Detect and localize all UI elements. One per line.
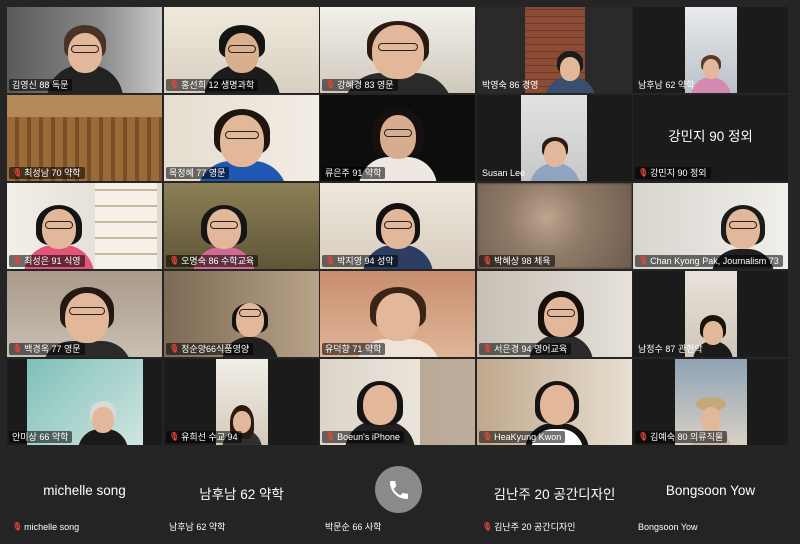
participant-display-name: Bongsoon Yow <box>665 483 756 498</box>
muted-mic-icon: 🎙︎ <box>12 168 23 177</box>
video-tile[interactable]: 🎙︎ 백경옥 77 영문 <box>7 271 162 357</box>
participant-name: 🎙︎ Chan Kyong Pak, Journalism 73 <box>635 255 783 267</box>
video-tile[interactable]: 🎙︎ 유희선 수교 94 <box>164 359 319 445</box>
video-tile[interactable]: 🎙︎ 홍선희 12 생명과학 <box>164 7 319 93</box>
participant-name: 김영신 88 독문 <box>9 79 73 91</box>
gallery-view: 김영신 88 독문 🎙︎ 홍선희 12 생명과학 🎙︎ 강혜경 83 영문 박영숙 … <box>0 0 800 544</box>
participant-name: 유덕향 71 약학 <box>322 343 386 355</box>
muted-mic-icon: 🎙︎ <box>325 432 336 441</box>
participant-display-name: 강민지 90 정외 <box>668 129 753 144</box>
participant-name: 남후남 62 약학 <box>638 80 695 90</box>
muted-mic-icon: 🎙︎ <box>12 344 23 353</box>
video-tile-active-speaker[interactable]: 류은주 91 약학 <box>320 95 475 181</box>
muted-mic-icon: 🎙︎ <box>482 522 493 531</box>
participant-name: Susan Lee <box>482 168 526 178</box>
participant-name: 남후남 62 약학 <box>169 522 226 532</box>
muted-mic-icon: 🎙︎ <box>638 432 649 441</box>
participant-display-name: michelle song <box>43 483 126 498</box>
video-tile[interactable]: 🎙︎ 강혜경 83 영문 <box>320 7 475 93</box>
video-tile[interactable]: 🎙︎ 정순양66식품영양 <box>164 271 319 357</box>
participant-name: 🎙︎ 박혜상 98 체육 <box>479 255 555 267</box>
muted-mic-icon: 🎙︎ <box>169 256 180 265</box>
video-tile[interactable]: 남정수 87 관현악 <box>633 271 788 357</box>
video-tile[interactable]: 강민지 90 정외 🎙︎ 강민지 90 정외 <box>633 95 788 181</box>
participant-name: 🎙︎ 정순양66식품영양 <box>166 343 254 355</box>
video-tile[interactable]: 남후남 62 약학 <box>633 7 788 93</box>
muted-mic-icon: 🎙︎ <box>12 522 23 531</box>
participant-name: 🎙︎ 홍선희 12 생명과학 <box>166 79 259 91</box>
video-tile[interactable]: 🎙︎ Chan Kyong Pak, Journalism 73 <box>633 183 788 269</box>
video-tile[interactable]: 🎙︎ 서은경 94 영어교육 <box>477 271 632 357</box>
video-tile[interactable]: 목정혜 77 영문 <box>164 95 319 181</box>
video-tile[interactable]: 🎙︎ 최성은 91 식영 <box>7 183 162 269</box>
video-tile[interactable]: Susan Lee <box>477 95 632 181</box>
participant-name: 🎙︎ 백경옥 77 영문 <box>9 343 85 355</box>
participant-name: 🎙︎ 최성남 70 약학 <box>9 167 85 179</box>
video-tile[interactable]: 🎙︎ HeaKyung Kwon <box>477 359 632 445</box>
participant-name: 박영숙 86 경영 <box>482 80 539 90</box>
muted-mic-icon: 🎙︎ <box>482 344 493 353</box>
phone-icon <box>389 480 408 499</box>
video-tile[interactable]: 김영신 88 독문 <box>7 7 162 93</box>
participant-name: 박문순 66 사학 <box>325 522 382 532</box>
participant-name: 안미상 66 약학 <box>9 431 73 443</box>
muted-mic-icon: 🎙︎ <box>169 80 180 89</box>
video-tile[interactable]: 🎙︎ 박지영 94 성악 <box>320 183 475 269</box>
participant-name: Bongsoon Yow <box>638 522 698 532</box>
participant-name: 🎙︎ 유희선 수교 94 <box>166 431 242 443</box>
video-tile[interactable]: 김난주 20 공간디자인 🎙︎ 김난주 20 공간디자인 <box>477 447 632 535</box>
participant-name: 🎙︎ 서은경 94 영어교육 <box>479 343 572 355</box>
video-tile[interactable]: 🎙︎ Boeun's iPhone <box>320 359 475 445</box>
video-tile[interactable]: 남후남 62 약학 남후남 62 약학 <box>164 447 319 535</box>
participant-name: 🎙︎ 최성은 91 식영 <box>9 255 85 267</box>
participant-name: 🎙︎ 오명숙 86 수학교육 <box>166 255 259 267</box>
muted-mic-icon: 🎙︎ <box>12 256 23 265</box>
muted-mic-icon: 🎙︎ <box>482 256 493 265</box>
participant-display-name: 남후남 62 약학 <box>199 487 284 502</box>
video-tile[interactable]: 🎙︎ 최성남 70 약학 <box>7 95 162 181</box>
muted-mic-icon: 🎙︎ <box>638 256 649 265</box>
muted-mic-icon: 🎙︎ <box>325 80 336 89</box>
muted-mic-icon: 🎙︎ <box>482 432 493 441</box>
participant-name: 🎙︎ 김난주 20 공간디자인 <box>482 522 576 532</box>
muted-mic-icon: 🎙︎ <box>638 168 649 177</box>
video-tile[interactable]: michelle song 🎙︎ michelle song <box>7 447 162 535</box>
participant-name: 🎙︎ 김예숙 80 의류직물 <box>635 431 728 443</box>
participant-name: 🎙︎ michelle song <box>12 522 80 532</box>
participant-display-name: 김난주 20 공간디자인 <box>493 487 616 502</box>
participant-name: 🎙︎ 강혜경 83 영문 <box>322 79 398 91</box>
video-tile[interactable]: 안미상 66 약학 <box>7 359 162 445</box>
video-tile[interactable]: 유덕향 71 약학 <box>320 271 475 357</box>
participant-name: 류은주 91 약학 <box>322 167 386 179</box>
call-button[interactable] <box>375 466 422 513</box>
muted-mic-icon: 🎙︎ <box>169 432 180 441</box>
video-tile[interactable]: 박영숙 86 경영 <box>477 7 632 93</box>
muted-mic-icon: 🎙︎ <box>325 256 336 265</box>
participant-name: 🎙︎ 강민지 90 정외 <box>635 167 711 179</box>
participant-name: 🎙︎ HeaKyung Kwon <box>479 431 566 443</box>
participant-name: 남정수 87 관현악 <box>638 344 703 354</box>
muted-mic-icon: 🎙︎ <box>169 344 180 353</box>
video-tile[interactable]: 🎙︎ 오명숙 86 수학교육 <box>164 183 319 269</box>
video-tile[interactable]: 🎙︎ 박혜상 98 체육 <box>477 183 632 269</box>
participant-name: 🎙︎ 박지영 94 성악 <box>322 255 398 267</box>
participant-name: 목정혜 77 영문 <box>166 167 230 179</box>
participant-name: 🎙︎ Boeun's iPhone <box>322 431 404 443</box>
video-tile[interactable]: 🎙︎ 김예숙 80 의류직물 <box>633 359 788 445</box>
video-tile[interactable]: Bongsoon Yow Bongsoon Yow <box>633 447 788 535</box>
